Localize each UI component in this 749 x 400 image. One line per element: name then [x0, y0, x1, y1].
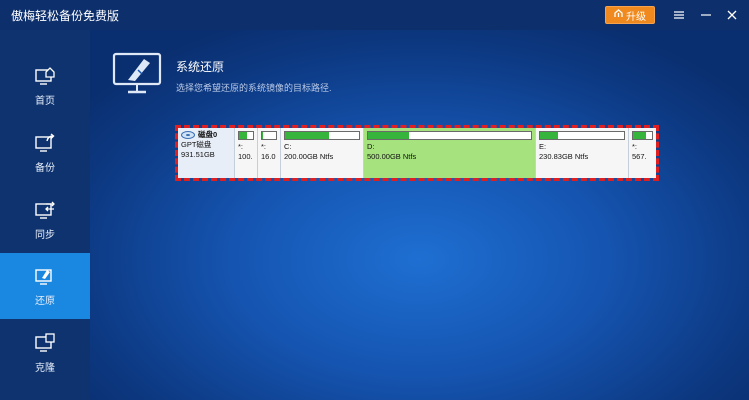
partition-d[interactable]: D: 500.00GB Ntfs — [364, 128, 536, 178]
partition-usage-bar — [539, 131, 625, 140]
partition-info: 500.00GB Ntfs — [367, 152, 417, 161]
menu-button[interactable] — [668, 4, 690, 26]
upgrade-button[interactable]: 升级 — [605, 6, 655, 24]
partition-info: 230.83GB Ntfs — [539, 152, 589, 161]
partition-info: 100. — [238, 152, 253, 161]
close-icon — [727, 10, 737, 20]
partition-usage-bar — [284, 131, 360, 140]
sidebar-item-label: 同步 — [35, 229, 55, 241]
minimize-button[interactable] — [695, 4, 717, 26]
system-restore-icon — [110, 50, 166, 96]
sync-icon — [35, 201, 55, 219]
page-title: 系统还原 — [176, 60, 225, 74]
page-subtitle: 选择您希望还原的系统镜像的目标路径. — [176, 83, 332, 93]
sidebar: 首页 备份 同步 还原 克隆 — [0, 30, 90, 400]
sidebar-item-clone[interactable]: 克隆 — [0, 320, 90, 386]
partition[interactable]: *: 100. — [235, 128, 258, 178]
menu-icon — [674, 11, 684, 19]
disk-size: 931.51GB — [181, 150, 215, 159]
partition-usage-bar — [367, 131, 532, 140]
partition-usage-bar — [238, 131, 254, 140]
sidebar-item-label: 克隆 — [35, 362, 55, 374]
partition-label: *: — [632, 142, 638, 151]
app-title: 傲梅轻松备份免费版 — [11, 8, 120, 23]
partition-usage-bar — [261, 131, 277, 140]
title-bar: 傲梅轻松备份免费版 升级 — [0, 0, 749, 30]
upgrade-icon — [614, 9, 623, 21]
partition-info: 200.00GB Ntfs — [284, 152, 334, 161]
partition-e[interactable]: E: 230.83GB Ntfs — [536, 128, 629, 178]
sidebar-item-label: 还原 — [35, 295, 55, 307]
sidebar-item-label: 首页 — [35, 95, 55, 107]
minimize-icon — [701, 14, 711, 16]
disk-info[interactable]: 磁盘0 GPT磁盘 931.51GB — [178, 128, 235, 178]
sidebar-item-label: 备份 — [35, 162, 55, 174]
sidebar-item-sync[interactable]: 同步 — [0, 187, 90, 253]
partition-info: 16.0 — [261, 152, 276, 161]
disk-type: GPT磁盘 — [181, 140, 212, 149]
partition-label: *: — [261, 142, 267, 151]
restore-icon — [35, 268, 52, 285]
close-button[interactable] — [721, 4, 743, 26]
partition-label: C: — [284, 142, 292, 151]
partition-label: E: — [539, 142, 547, 151]
sidebar-item-home[interactable]: 首页 — [0, 53, 90, 119]
home-icon — [35, 66, 55, 85]
partition-usage-bar — [632, 131, 653, 140]
partition-c[interactable]: C: 200.00GB Ntfs — [281, 128, 364, 178]
disk-row[interactable]: 磁盘0 GPT磁盘 931.51GB *: 100. *: 16.0 C: 20… — [178, 128, 656, 178]
partition[interactable]: *: 567. — [629, 128, 656, 178]
disk-name: 磁盘0 — [198, 130, 218, 139]
partition-label: D: — [367, 142, 375, 151]
upgrade-label: 升级 — [626, 11, 646, 23]
partition[interactable]: *: 16.0 — [258, 128, 281, 178]
partition-label: *: — [238, 142, 244, 151]
partition-info: 567. — [632, 152, 647, 161]
clone-icon — [35, 332, 55, 352]
disk-icon — [181, 131, 195, 139]
backup-icon — [35, 132, 55, 152]
sidebar-item-restore[interactable]: 还原 — [0, 253, 90, 319]
sidebar-item-backup[interactable]: 备份 — [0, 120, 90, 186]
